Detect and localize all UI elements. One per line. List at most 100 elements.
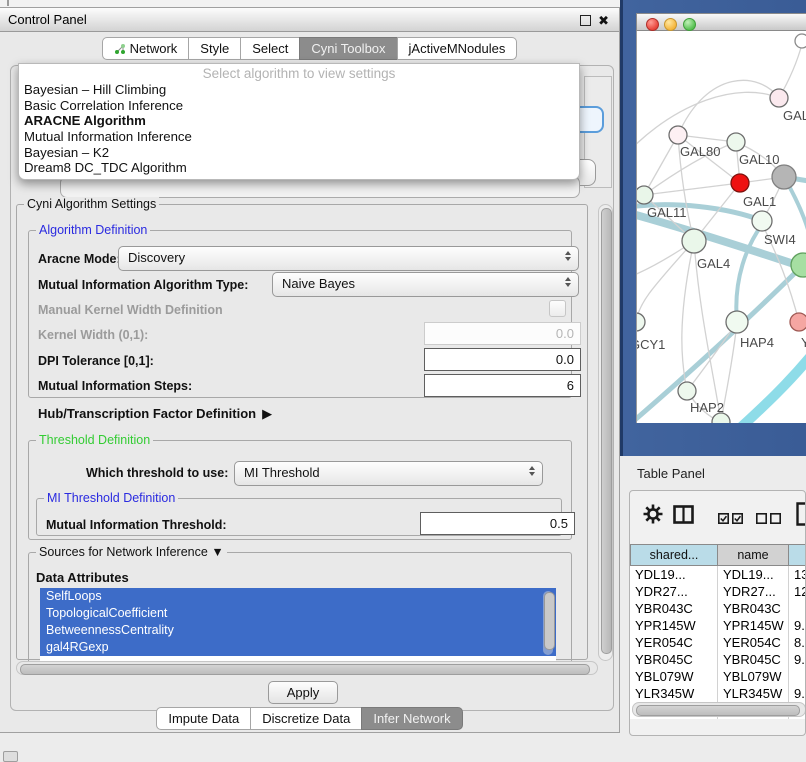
list-scrollbar[interactable] <box>543 591 553 655</box>
tab-style[interactable]: Style <box>188 37 241 60</box>
dropdown-placeholder: Select algorithm to view settings <box>19 64 579 82</box>
network-node-gcy1[interactable] <box>637 313 645 331</box>
split-columns-icon[interactable] <box>673 505 694 527</box>
manual-kernel-checkbox[interactable] <box>549 300 566 317</box>
top-tab-row: Network Style Select Cyni Toolbox jActiveMNo… <box>0 37 619 60</box>
network-node-hap4[interactable] <box>726 311 748 333</box>
manual-kernel-label: Manual Kernel Width Definition <box>38 303 223 317</box>
network-icon <box>114 43 126 55</box>
tab-discretize-data[interactable]: Discretize Data <box>250 707 362 730</box>
table-row[interactable]: YBR045CYBR045C9. <box>630 651 806 668</box>
mi-steps-label: Mutual Information Steps: <box>38 379 192 393</box>
dpi-tolerance-field[interactable] <box>424 348 581 371</box>
dropdown-item[interactable]: Mutual Information Inference <box>19 129 579 145</box>
tab-label: Style <box>200 38 229 59</box>
tab-label: Infer Network <box>373 708 450 729</box>
settings-vertical-scrollbar[interactable] <box>598 204 613 661</box>
dropdown-item[interactable]: Bayesian – Hill Climbing <box>19 82 579 98</box>
network-node-hap2[interactable] <box>678 382 696 400</box>
tab-infer-network[interactable]: Infer Network <box>361 707 462 730</box>
network-node-gal10[interactable] <box>727 133 745 151</box>
gear-icon[interactable] <box>643 504 663 527</box>
attr-items: SelfLoopsTopologicalCoefficientBetweenne… <box>40 588 556 656</box>
network-node-gal[interactable] <box>770 89 788 107</box>
apply-button[interactable]: Apply <box>268 681 338 704</box>
float-icon[interactable] <box>580 15 591 26</box>
control-panel-titlebar: Control Panel ✖ <box>0 8 619 32</box>
table-row[interactable]: YDL19...YDL19...13 <box>630 566 806 583</box>
network-node-y[interactable] <box>790 313 806 331</box>
network-window-titlebar[interactable] <box>636 13 806 31</box>
which-threshold-label: Which threshold to use: <box>86 466 228 480</box>
settings-horizontal-scrollbar[interactable] <box>16 661 598 675</box>
network-node-gal1[interactable] <box>731 174 749 192</box>
tab-label: Cyni Toolbox <box>311 38 385 59</box>
document-icon[interactable] <box>796 502 806 529</box>
table-row[interactable]: YER054CYER054C8. <box>630 634 806 651</box>
table-row[interactable]: YBL079WYBL079W <box>630 668 806 685</box>
table-cell: YER054C <box>630 634 718 651</box>
dropdown-item[interactable]: Dream8 DC_TDC Algorithm <box>19 160 579 176</box>
network-edge[interactable] <box>678 80 779 135</box>
attribute-item[interactable]: SelfLoops <box>40 588 556 605</box>
table-cell: 9. <box>789 651 806 668</box>
network-node-gal11[interactable] <box>637 186 653 204</box>
tab-impute-data[interactable]: Impute Data <box>156 707 251 730</box>
hub-definition-toggle[interactable]: Hub/Transcription Factor Definition▶ <box>38 406 272 422</box>
table-cell <box>789 668 806 685</box>
tab-select[interactable]: Select <box>240 37 300 60</box>
dropdown-item[interactable]: Bayesian – K2 <box>19 145 579 161</box>
mi-type-combo[interactable]: Naive Bayes <box>272 272 579 297</box>
attribute-item[interactable]: gal4RGexp <box>40 639 556 656</box>
sources-title[interactable]: Sources for Network Inference ▼ <box>36 545 227 559</box>
dropdown-item[interactable]: Basic Correlation Inference <box>19 98 579 114</box>
network-node-gal80[interactable] <box>669 126 687 144</box>
table-row[interactable]: YLR345WYLR345W9. <box>630 685 806 702</box>
network-edge[interactable] <box>644 135 678 195</box>
tab-label: Network <box>130 38 178 59</box>
which-threshold-combo[interactable]: MI Threshold <box>234 461 543 486</box>
aracne-mode-combo[interactable]: Discovery <box>118 246 579 271</box>
mi-steps-field[interactable] <box>424 374 581 397</box>
node-label: GAL10 <box>739 152 779 167</box>
table-row[interactable]: YDR27...YDR27...12 <box>630 583 806 600</box>
zoom-traffic-light-icon[interactable] <box>683 18 696 31</box>
network-edge[interactable] <box>637 92 779 151</box>
network-node[interactable] <box>795 34 806 48</box>
table-cell: 12 <box>789 583 806 600</box>
attribute-item[interactable]: TopologicalCoefficient <box>40 605 556 622</box>
network-node-swi4[interactable] <box>752 211 772 231</box>
table-cell: 8. <box>789 634 806 651</box>
network-canvas[interactable]: GALGAL80GAL10GAL1GAL11SWI4GAL4GCY1HAP4YH… <box>636 31 806 423</box>
mi-threshold-field[interactable] <box>420 512 575 535</box>
kernel-width-field[interactable] <box>424 322 581 345</box>
table-cell: YPR145W <box>718 617 789 634</box>
column-header[interactable]: name <box>718 544 789 566</box>
minimize-traffic-light-icon[interactable] <box>664 18 677 31</box>
network-edge[interactable] <box>739 351 806 423</box>
tab-cyni-toolbox[interactable]: Cyni Toolbox <box>299 37 397 60</box>
checked-pair-icon[interactable] <box>718 512 743 527</box>
tab-network[interactable]: Network <box>102 37 190 60</box>
network-node[interactable] <box>772 165 796 189</box>
table-rows: YDL19...YDL19...13YDR27...YDR27...12YBR0… <box>630 566 806 719</box>
mi-type-value: Naive Bayes <box>282 276 355 291</box>
close-icon[interactable]: ✖ <box>598 14 609 27</box>
tab-jactivemnodules[interactable]: jActiveMNodules <box>397 37 518 60</box>
dropdown-item[interactable]: ARACNE Algorithm <box>19 113 579 129</box>
network-edge[interactable] <box>637 241 694 322</box>
table-row[interactable]: YPR145WYPR145W9. <box>630 617 806 634</box>
close-traffic-light-icon[interactable] <box>646 18 659 31</box>
attribute-item[interactable]: BetweennessCentrality <box>40 622 556 639</box>
collapsed-panel-chip[interactable] <box>3 751 18 762</box>
mi-type-label: Mutual Information Algorithm Type: <box>38 278 248 292</box>
column-header[interactable] <box>789 544 806 566</box>
table-row[interactable]: YBR043CYBR043C <box>630 600 806 617</box>
network-edge[interactable] <box>687 322 737 391</box>
table-header-row: shared...name <box>630 544 806 566</box>
table-horizontal-scrollbar[interactable] <box>632 702 806 717</box>
network-node-gal4[interactable] <box>682 229 706 253</box>
column-header[interactable]: shared... <box>630 544 718 566</box>
unchecked-pair-icon[interactable] <box>756 512 781 527</box>
tab-label: Discretize Data <box>262 708 350 729</box>
